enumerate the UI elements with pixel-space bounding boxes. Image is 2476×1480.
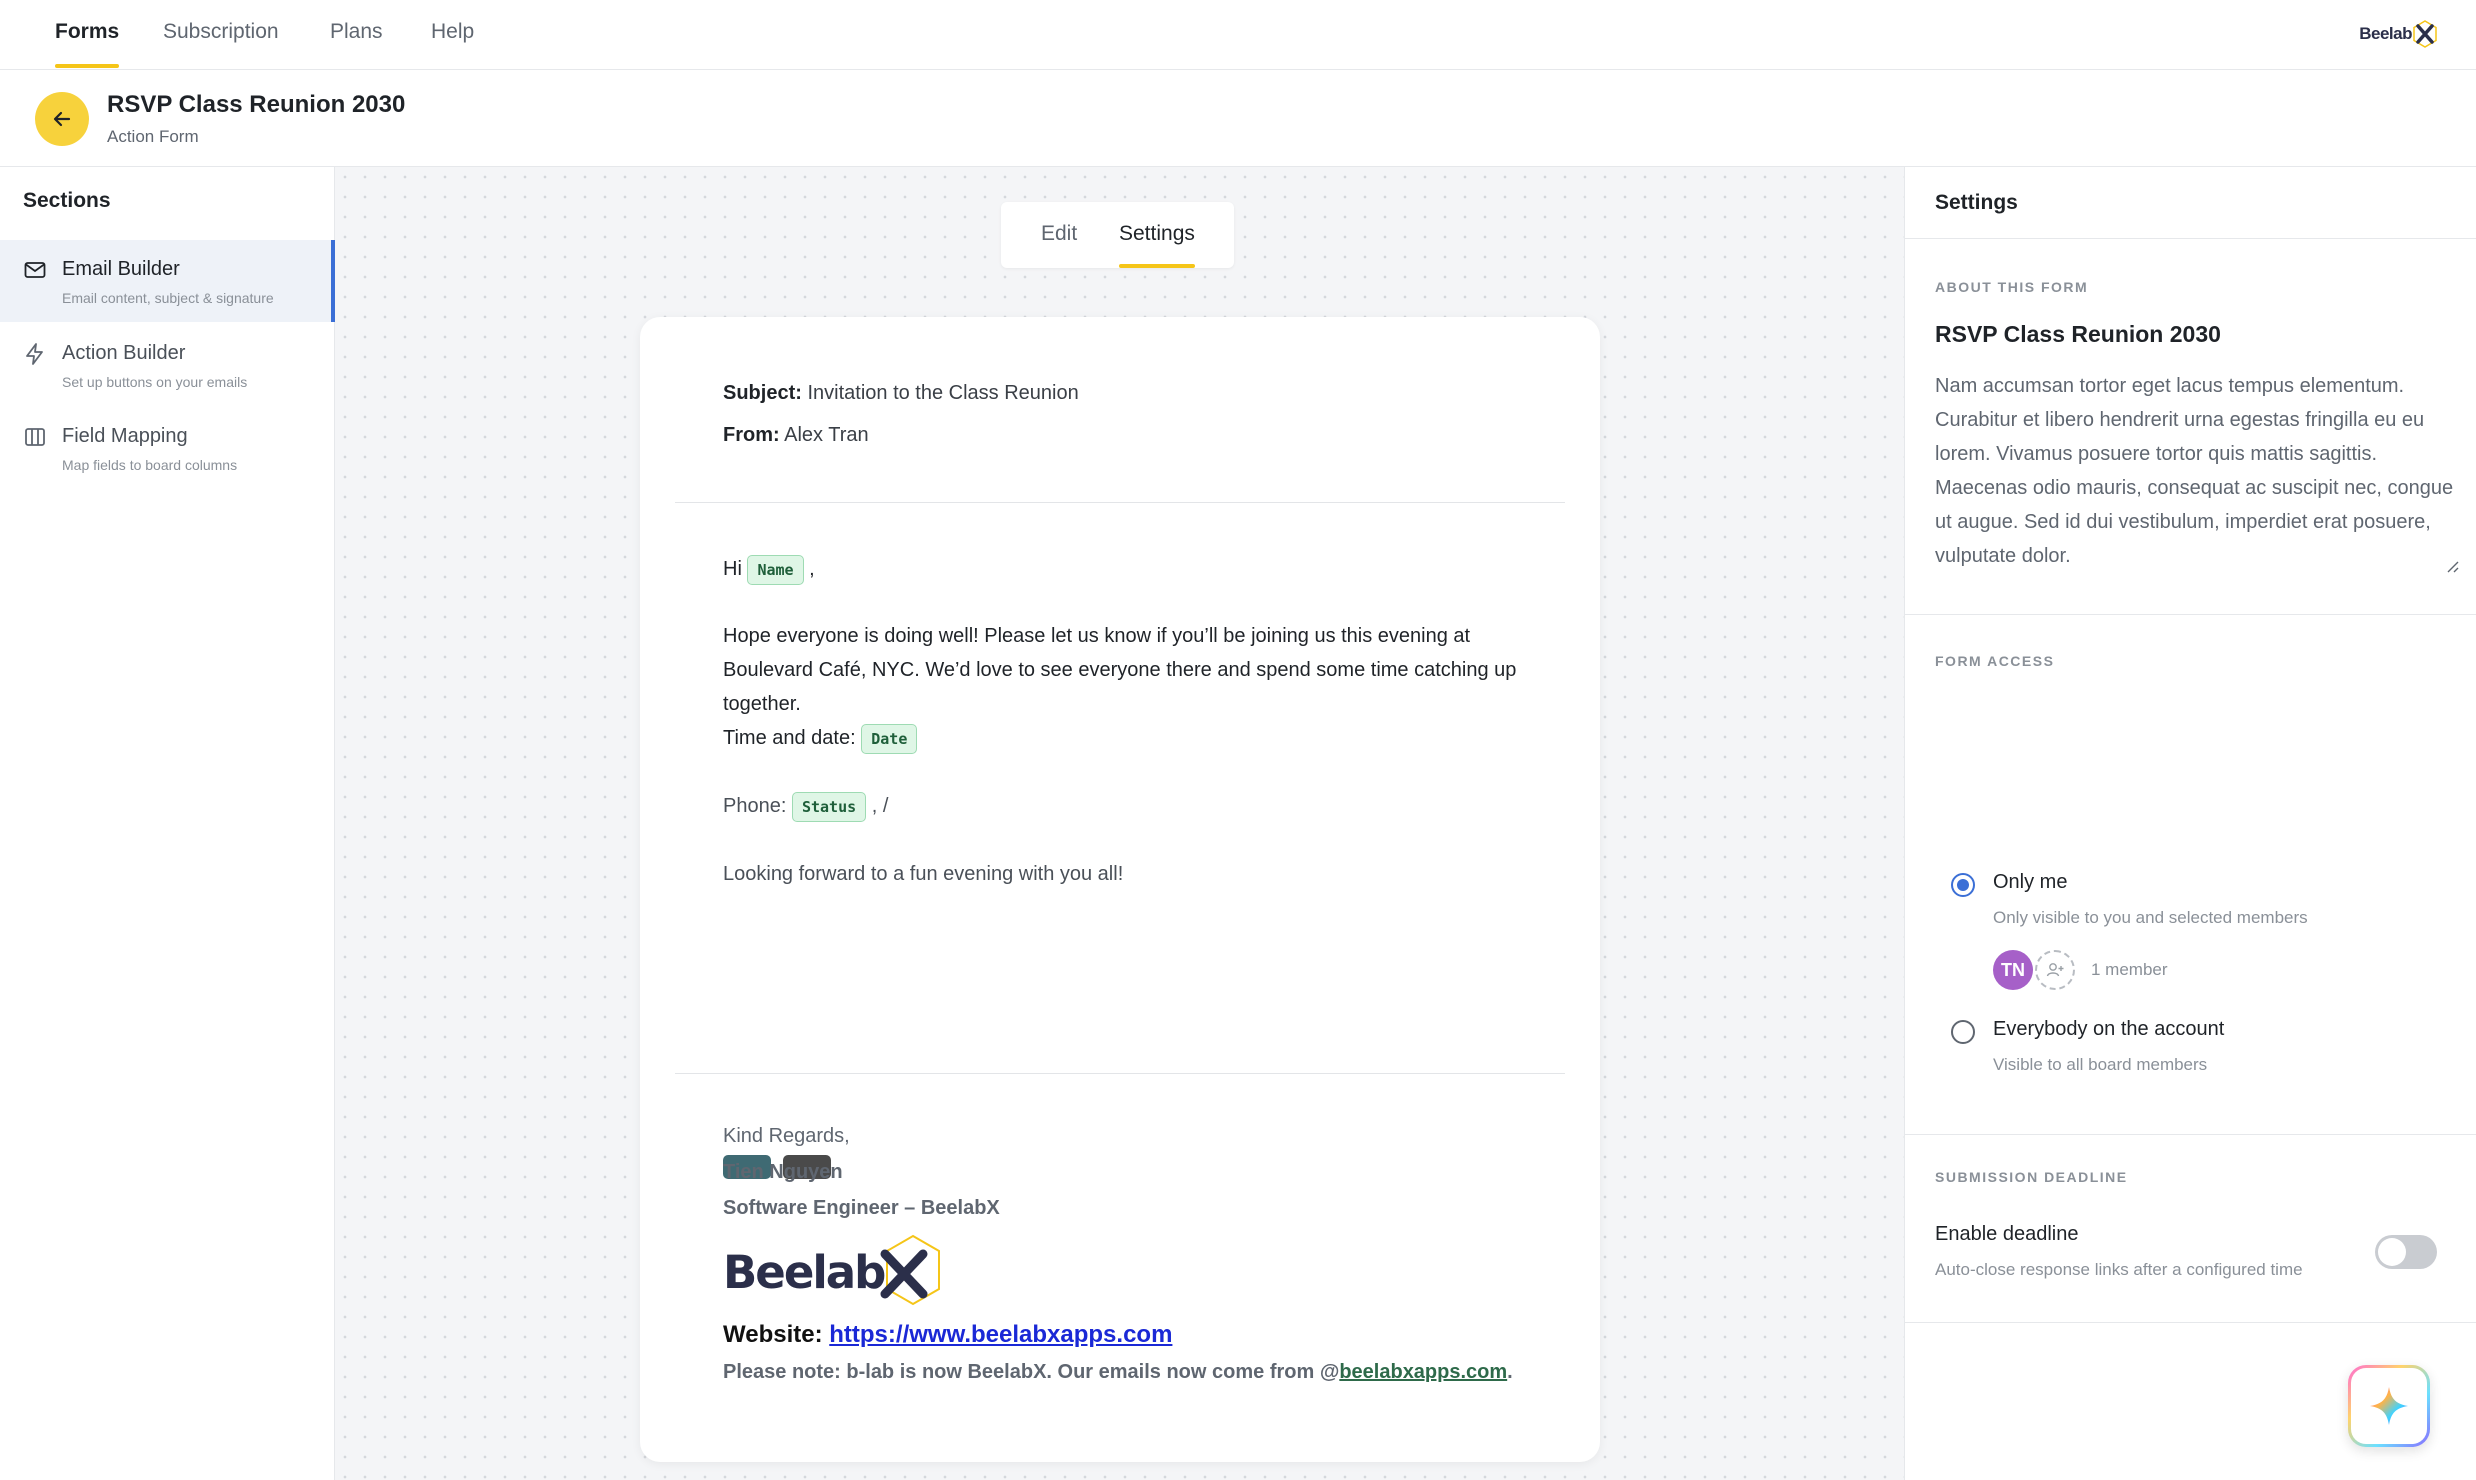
sidebar-item-desc: Map fields to board columns [62, 457, 238, 473]
sidebar-item-desc: Email content, subject & signature [62, 290, 274, 306]
note-prefix: Please note: b-lab is now BeelabX. Our e… [723, 1361, 1340, 1383]
sections-sidebar: Sections Email Builder Email content, su… [0, 167, 335, 1480]
option-only-me-desc: Only visible to you and selected members [1993, 908, 2308, 927]
back-button[interactable] [35, 92, 89, 146]
settings-panel: Settings ABOUT THIS FORM RSVP Class Reun… [1904, 167, 2476, 1480]
about-caption: ABOUT THIS FORM [1935, 279, 2089, 295]
deadline-desc: Auto-close response links after a config… [1935, 1260, 2303, 1279]
form-name[interactable]: RSVP Class Reunion 2030 [1935, 321, 2221, 348]
tab-settings[interactable]: Settings [1119, 202, 1195, 268]
form-header: RSVP Class Reunion 2030 Action Form [0, 70, 2476, 167]
signature-logo: Beelab [723, 1232, 963, 1316]
mail-icon [24, 262, 46, 278]
brand-x-icon [2413, 20, 2437, 48]
sidebar-item-label: Action Builder [62, 342, 186, 364]
deadline-toggle[interactable] [2375, 1235, 2437, 1269]
nav-tab-subscription[interactable]: Subscription [163, 0, 279, 70]
add-user-icon [2046, 963, 2064, 977]
status-field-tag[interactable]: Status [791, 791, 867, 822]
greeting-text: Hi [723, 558, 742, 580]
time-label: Time and date: [723, 727, 856, 749]
radio-everybody[interactable] [1951, 1020, 1975, 1044]
sidebar-item-email-builder[interactable]: Email Builder Email content, subject & s… [0, 240, 335, 322]
editor-canvas: Edit Settings Subject: Invitation to the… [335, 167, 1904, 1480]
editor-tabs: Edit Settings [1001, 202, 1234, 268]
radio-only-me[interactable] [1951, 873, 1975, 897]
avatar: TN [1993, 950, 2033, 990]
name-field-tag[interactable]: Name [747, 554, 804, 585]
sidebar-item-label: Field Mapping [62, 425, 188, 447]
signature-logo-text: Beelab [723, 1246, 886, 1299]
signature-website: Website: https://www.beelabxapps.com [723, 1321, 1172, 1349]
resize-handle-icon[interactable] [2443, 557, 2459, 573]
ai-assistant-button[interactable] [2348, 1365, 2430, 1447]
sidebar-heading: Sections [23, 189, 111, 212]
website-link[interactable]: https://www.beelabxapps.com [829, 1321, 1172, 1348]
note-suffix: . [1507, 1361, 1513, 1383]
email-time-line: Time and date: Date [723, 721, 1543, 755]
member-count: 1 member [2091, 960, 2168, 979]
option-everybody-label: Everybody on the account [1993, 1018, 2225, 1040]
brand-logo: Beelab [2359, 18, 2438, 50]
sparkle-icon [2370, 1387, 2408, 1425]
sidebar-item-label: Email Builder [62, 258, 180, 280]
signature-regards: Kind Regards, [723, 1125, 850, 1147]
deadline-label: Enable deadline [1935, 1223, 2079, 1245]
brand-logo-text: Beelab [2359, 24, 2412, 43]
settings-heading: Settings [1935, 191, 2018, 214]
nav-tab-plans[interactable]: Plans [330, 0, 383, 70]
columns-icon [25, 428, 45, 446]
email-preview-card: Subject: Invitation to the Class Reunion… [640, 317, 1600, 1462]
signature-name: Tien Nguyen [723, 1161, 843, 1183]
email-phone-line: Phone: Status , / [723, 789, 1543, 823]
phone-label: Phone: [723, 795, 787, 817]
page-title: RSVP Class Reunion 2030 [107, 91, 406, 118]
sidebar-item-desc: Set up buttons on your emails [62, 374, 248, 390]
email-from: From: Alex Tran [723, 424, 869, 447]
avatar-initials: TN [2001, 959, 2025, 980]
subject-value: Invitation to the Class Reunion [807, 382, 1079, 404]
deadline-caption: SUBMISSION DEADLINE [1935, 1169, 2128, 1185]
signature-note: Please note: b-lab is now BeelabX. Our e… [723, 1361, 1513, 1384]
email-paragraph: Hope everyone is doing well! Please let … [723, 625, 1517, 715]
access-caption: FORM ACCESS [1935, 653, 2055, 669]
email-greeting: Hi Name , [723, 552, 1543, 586]
arrow-left-icon [53, 111, 71, 127]
from-label: From: [723, 424, 780, 446]
option-only-me-label: Only me [1993, 871, 2068, 893]
from-value: Alex Tran [784, 424, 869, 446]
sidebar-item-action-builder[interactable]: Action Builder Set up buttons on your em… [0, 324, 335, 406]
divider [675, 1073, 1565, 1074]
tab-edit[interactable]: Edit [1041, 202, 1077, 268]
subject-label: Subject: [723, 382, 802, 404]
nav-tab-forms[interactable]: Forms [55, 0, 120, 70]
add-member-button[interactable] [2035, 950, 2075, 990]
signature-role: Software Engineer – BeelabX [723, 1197, 1000, 1219]
beelabx-x-icon [880, 1234, 940, 1306]
bolt-icon [26, 343, 43, 365]
greeting-suffix: , [809, 558, 815, 580]
page-subtitle: Action Form [107, 127, 199, 146]
email-subject: Subject: Invitation to the Class Reunion [723, 382, 1079, 405]
divider [675, 502, 1565, 503]
phone-suffix: , / [871, 795, 889, 817]
option-everybody-desc: Visible to all board members [1993, 1055, 2208, 1074]
form-description[interactable]: Nam accumsan tortor eget lacus tempus el… [1935, 369, 2455, 573]
email-closing: Looking forward to a fun evening with yo… [723, 863, 1124, 885]
date-field-tag[interactable]: Date [861, 723, 918, 754]
nav-tab-help[interactable]: Help [431, 0, 474, 70]
website-label: Website: [723, 1321, 823, 1348]
note-domain-link[interactable]: beelabxapps.com [1339, 1361, 1507, 1383]
top-nav: Forms Subscription Plans Help Beelab [0, 0, 2476, 70]
sidebar-item-field-mapping[interactable]: Field Mapping Map fields to board column… [0, 407, 335, 489]
